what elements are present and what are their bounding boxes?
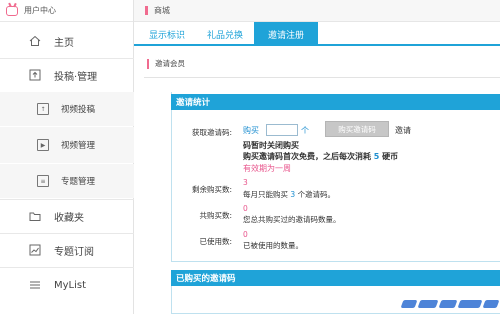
invite-label: 邀请 [395, 126, 411, 135]
total-label: 共购买数: [199, 211, 232, 220]
list-icon [28, 278, 42, 292]
invite-stats-header: 邀请统计 [171, 94, 500, 110]
sidebar-item-topic-manage[interactable]: ≡ 专题管理 [0, 164, 134, 198]
video-upload-icon: ↑ [37, 103, 49, 115]
sidebar-item-label: MyList [54, 279, 87, 291]
validity-note: 有效期为一周 [243, 164, 291, 173]
used-label: 已使用数: [199, 237, 232, 246]
home-icon [28, 34, 42, 48]
sidebar-item-topic-subscribe[interactable]: 专题订阅 [0, 239, 134, 261]
user-center-header: 用户中心 [0, 0, 133, 22]
quantity-input[interactable] [266, 124, 298, 136]
total-value: 0 [243, 204, 248, 213]
sidebar-item-favorites[interactable]: 收藏夹 [0, 205, 134, 227]
remaining-value: 3 [243, 178, 248, 187]
used-value: 0 [243, 230, 248, 239]
get-code-label: 获取邀请码: [191, 128, 232, 137]
sidebar-item-label: 主页 [54, 37, 74, 49]
topic-manage-icon: ≡ [37, 175, 49, 187]
video-manage-icon: ▶ [37, 139, 49, 151]
notice-cost: 购买邀请码首次免费，之后每次消耗 5 硬币 [243, 152, 399, 161]
sidebar-item-video-manage[interactable]: ▶ 视频管理 [0, 127, 134, 163]
notice-closed: 码暂时关闭购买 [243, 141, 299, 150]
sidebar: 用户中心 主页 投稿·管理 ↑ 视频投稿 ▶ 视频管理 ≡ 专题管理 收藏夹 专… [0, 0, 134, 314]
sidebar-item-video-upload[interactable]: ↑ 视频投稿 [0, 92, 134, 126]
tv-logo-icon [6, 5, 18, 16]
tab-show-badge[interactable]: 显示标识 [138, 22, 196, 46]
unit-label: 个 [301, 126, 309, 135]
remaining-desc: 每月只能购买 3 个邀请码。 [243, 190, 336, 199]
sidebar-item-label: 专题管理 [61, 177, 96, 187]
folder-icon [28, 209, 42, 223]
section-title-label: 邀请会员 [155, 59, 185, 68]
sidebar-item-label: 投稿·管理 [54, 71, 98, 83]
sidebar-item-home[interactable]: 主页 [0, 30, 134, 52]
chart-icon [28, 243, 42, 257]
breadcrumb: 商城 [134, 0, 500, 22]
buy-label: 购买 [243, 126, 259, 135]
sidebar-item-mylist[interactable]: MyList [0, 274, 134, 296]
tab-gift-exchange[interactable]: 礼品兑换 [196, 22, 254, 46]
watermark-logo [388, 296, 500, 312]
used-desc: 已被使用的数量。 [243, 241, 303, 250]
sidebar-item-label: 视频投稿 [61, 105, 96, 115]
buy-invite-code-button[interactable]: 购买邀请码 [325, 121, 389, 137]
sidebar-item-label: 视频管理 [61, 141, 96, 151]
purchased-codes-header: 已购买的邀请码 [171, 270, 500, 286]
breadcrumb-label: 商城 [154, 6, 170, 15]
remaining-label: 剩余购买数: [191, 185, 232, 194]
total-desc: 您总共购买过的邀请码数量。 [243, 215, 341, 224]
tab-invite-register[interactable]: 邀请注册 [254, 22, 318, 46]
sidebar-item-upload[interactable]: 投稿·管理 [0, 64, 134, 86]
cost-number: 5 [373, 152, 380, 161]
sidebar-item-label: 专题订阅 [54, 246, 94, 258]
sidebar-item-label: 收藏夹 [54, 212, 84, 224]
upload-icon [28, 68, 42, 82]
section-title: 邀请会员 [147, 58, 185, 69]
tab-bar: 显示标识 礼品兑换 邀请注册 [134, 22, 500, 46]
brand-label: 用户中心 [24, 6, 56, 15]
